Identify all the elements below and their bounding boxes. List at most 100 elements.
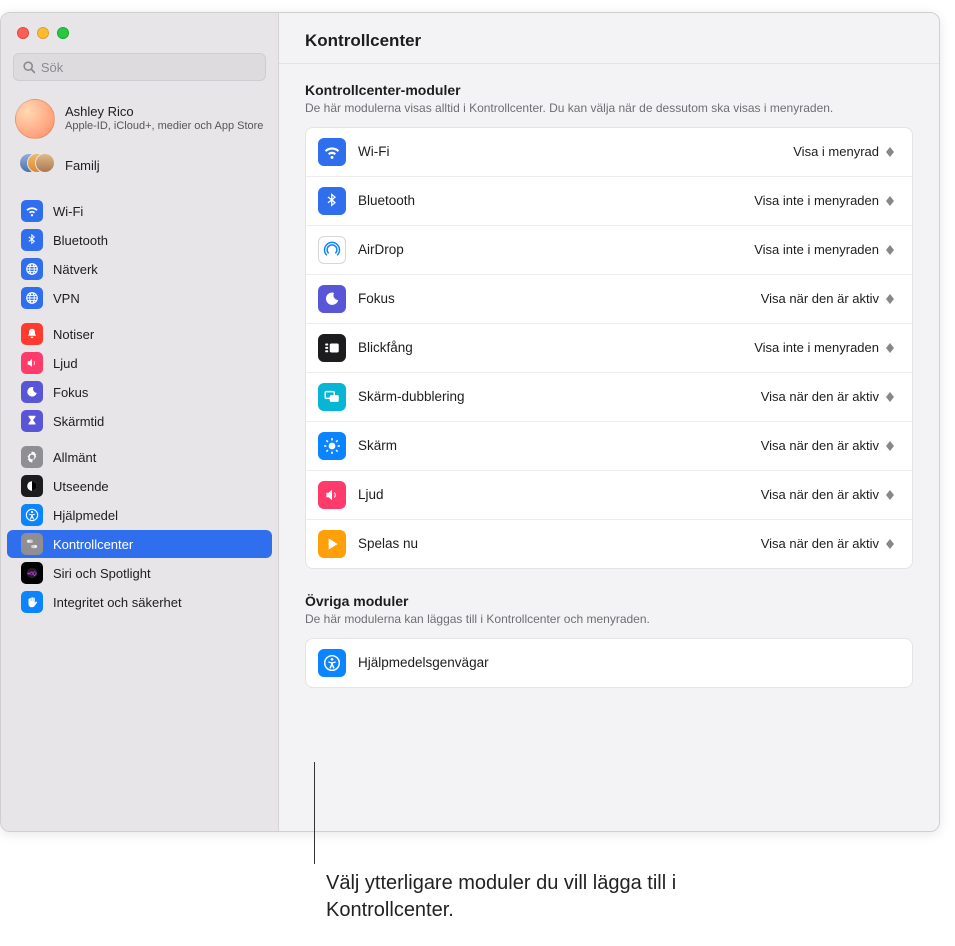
bright-icon <box>318 432 346 460</box>
module-row: Wi-Fi Visa i menyrad <box>306 128 912 177</box>
module-label: Hjälpmedelsgenvägar <box>358 655 900 670</box>
module-label: Skärm-dubblering <box>358 389 741 404</box>
module-label: Bluetooth <box>358 193 734 208</box>
search-icon <box>22 60 35 74</box>
sidebar-item-ljud[interactable]: Ljud <box>7 349 272 377</box>
family-item[interactable]: Familj <box>1 147 278 189</box>
airdrop-icon <box>318 236 346 264</box>
close-button[interactable] <box>17 27 29 39</box>
wifi-icon <box>318 138 346 166</box>
module-label: Fokus <box>358 291 741 306</box>
visibility-popup[interactable]: Visa när den är aktiv <box>753 534 900 554</box>
sidebar-item-label: Utseende <box>53 479 109 494</box>
sidebar-item-fokus[interactable]: Fokus <box>7 378 272 406</box>
visibility-popup[interactable]: Visa när den är aktiv <box>753 485 900 505</box>
sidebar-item-utseende[interactable]: Utseende <box>7 472 272 500</box>
visibility-popup[interactable]: Visa inte i menyraden <box>746 191 900 211</box>
sidebar-item-n-tverk[interactable]: Nätverk <box>7 255 272 283</box>
sidebar-item-kontrollcenter[interactable]: Kontrollcenter <box>7 530 272 558</box>
wifi-icon <box>21 200 43 222</box>
sidebar-item-vpn[interactable]: VPN <box>7 284 272 312</box>
module-label: Ljud <box>358 487 741 502</box>
sidebar-item-hj-lpmedel[interactable]: Hjälpmedel <box>7 501 272 529</box>
visibility-popup[interactable]: Visa när den är aktiv <box>753 387 900 407</box>
sidebar-item-wi-fi[interactable]: Wi-Fi <box>7 197 272 225</box>
module-label: Wi-Fi <box>358 144 773 159</box>
account-sub: Apple-ID, iCloud+, medier och App Store <box>65 120 263 134</box>
popup-value: Visa när den är aktiv <box>761 291 879 306</box>
bluetooth-icon <box>21 229 43 251</box>
popup-value: Visa inte i menyraden <box>754 242 879 257</box>
visibility-popup[interactable]: Visa i menyrad <box>785 142 900 162</box>
module-label: Spelas nu <box>358 536 741 551</box>
sidebar-item-allm-nt[interactable]: Allmänt <box>7 443 272 471</box>
play-icon <box>318 530 346 558</box>
window-controls <box>1 13 278 49</box>
visibility-popup[interactable]: Visa inte i menyraden <box>746 338 900 358</box>
sidebar-item-siri-och-spotlight[interactable]: Siri och Spotlight <box>7 559 272 587</box>
visibility-popup[interactable]: Visa inte i menyraden <box>746 240 900 260</box>
other-modules-section: Övriga moduler De här modulerna kan lägg… <box>279 575 939 688</box>
mirror-icon <box>318 383 346 411</box>
module-row: Bluetooth Visa inte i menyraden <box>306 177 912 226</box>
popup-value: Visa inte i menyraden <box>754 193 879 208</box>
popup-value: Visa när den är aktiv <box>761 536 879 551</box>
sidebar-item-label: Nätverk <box>53 262 98 277</box>
module-row: Ljud Visa när den är aktiv <box>306 471 912 520</box>
popup-value: Visa i menyrad <box>793 144 879 159</box>
sidebar-item-notiser[interactable]: Notiser <box>7 320 272 348</box>
search-input[interactable] <box>41 60 257 75</box>
avatar <box>15 99 55 139</box>
visibility-popup[interactable]: Visa när den är aktiv <box>753 289 900 309</box>
settings-window: Ashley Rico Apple-ID, iCloud+, medier oc… <box>0 12 940 832</box>
sidebar-item-label: Siri och Spotlight <box>53 566 151 581</box>
modules-section: Kontrollcenter-moduler De här modulerna … <box>279 64 939 569</box>
zoom-button[interactable] <box>57 27 69 39</box>
other-heading: Övriga moduler <box>305 593 913 609</box>
popup-value: Visa när den är aktiv <box>761 487 879 502</box>
gear-icon <box>21 446 43 468</box>
page-title: Kontrollcenter <box>279 13 939 64</box>
bell-icon <box>21 323 43 345</box>
hand-icon <box>21 591 43 613</box>
content-pane: Kontrollcenter Kontrollcenter-moduler De… <box>279 13 939 831</box>
search-field[interactable] <box>13 53 266 81</box>
popup-value: Visa när den är aktiv <box>761 438 879 453</box>
sidebar: Ashley Rico Apple-ID, iCloud+, medier oc… <box>1 13 279 831</box>
module-row: Skärm Visa när den är aktiv <box>306 422 912 471</box>
sidebar-item-sk-rmtid[interactable]: Skärmtid <box>7 407 272 435</box>
hourglass-icon <box>21 410 43 432</box>
minimize-button[interactable] <box>37 27 49 39</box>
module-label: Blickfång <box>358 340 734 355</box>
module-label: AirDrop <box>358 242 734 257</box>
stage-icon <box>318 334 346 362</box>
sidebar-item-label: Fokus <box>53 385 88 400</box>
bluetooth-icon <box>318 187 346 215</box>
sidebar-item-label: Wi-Fi <box>53 204 83 219</box>
modules-desc: De här modulerna visas alltid i Kontroll… <box>305 100 913 117</box>
family-label: Familj <box>65 158 100 173</box>
accessibility-icon <box>21 504 43 526</box>
apple-id-item[interactable]: Ashley Rico Apple-ID, iCloud+, medier oc… <box>1 91 278 147</box>
switches-icon <box>21 533 43 555</box>
module-row: Fokus Visa när den är aktiv <box>306 275 912 324</box>
other-desc: De här modulerna kan läggas till i Kontr… <box>305 611 913 628</box>
modules-heading: Kontrollcenter-moduler <box>305 82 913 98</box>
module-row: AirDrop Visa inte i menyraden <box>306 226 912 275</box>
sidebar-item-label: Notiser <box>53 327 94 342</box>
siri-icon <box>21 562 43 584</box>
sidebar-item-label: VPN <box>53 291 80 306</box>
sidebar-item-label: Allmänt <box>53 450 96 465</box>
moon-icon <box>318 285 346 313</box>
sidebar-item-bluetooth[interactable]: Bluetooth <box>7 226 272 254</box>
visibility-popup[interactable]: Visa när den är aktiv <box>753 436 900 456</box>
callout-leader-line <box>314 762 315 864</box>
sidebar-item-integritet-och-s-kerhet[interactable]: Integritet och säkerhet <box>7 588 272 616</box>
modules-panel: Wi-Fi Visa i menyrad Bluetooth Visa inte i … <box>305 127 913 569</box>
popup-value: Visa när den är aktiv <box>761 389 879 404</box>
globe-icon <box>21 287 43 309</box>
module-label: Skärm <box>358 438 741 453</box>
module-row: Skärm-dubblering Visa när den är aktiv <box>306 373 912 422</box>
callout-text: Välj ytterligare moduler du vill lägga t… <box>326 870 706 924</box>
sound-icon <box>318 481 346 509</box>
